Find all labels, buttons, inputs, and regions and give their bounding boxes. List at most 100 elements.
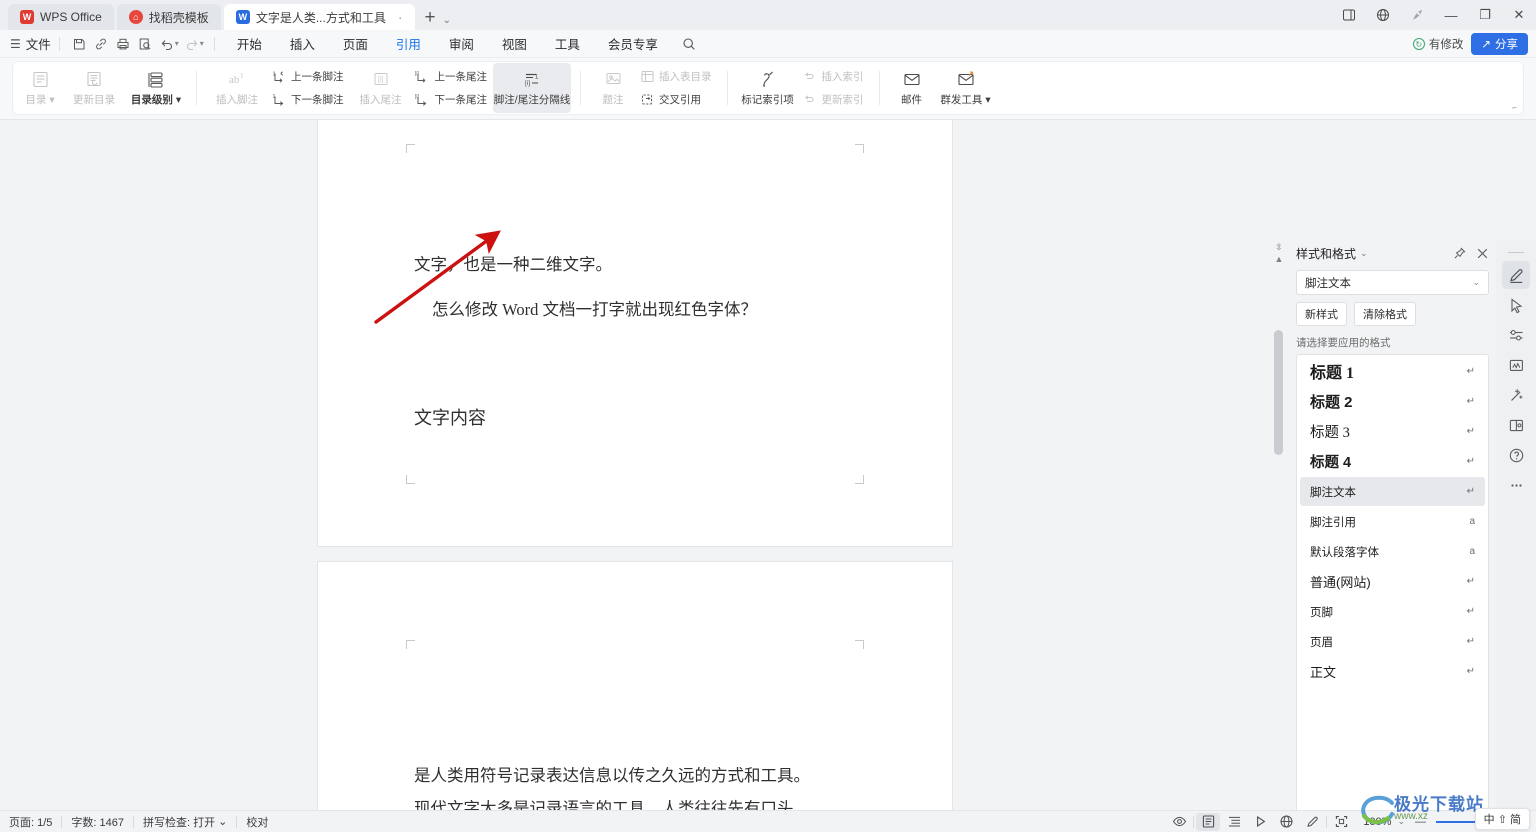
reading-view-icon[interactable] <box>1248 813 1272 831</box>
style-item-default-paragraph-font[interactable]: 默认段落字体 a <box>1300 537 1485 566</box>
mark-index-entry-button[interactable]: 标记索引项 <box>737 63 799 113</box>
tab-list-caret-icon[interactable]: ⌄ <box>443 15 457 30</box>
outline-view-icon[interactable] <box>1222 813 1246 831</box>
current-style-dropdown[interactable]: 脚注文本 ⌄ <box>1296 270 1489 295</box>
insert-endnote-button[interactable]: [i] 插入尾注 <box>350 63 412 113</box>
style-item-heading-1[interactable]: 标题 1 ↵ <box>1300 356 1485 386</box>
page-layout-view-icon[interactable] <box>1196 812 1221 831</box>
web-view-icon[interactable] <box>1274 813 1298 831</box>
insert-table-of-figures-button[interactable]: 插入表目录 <box>636 66 718 87</box>
footnote-endnote-separator-button[interactable]: 1 [i] 脚注/尾注分隔线 <box>493 63 571 113</box>
save-icon[interactable] <box>68 33 90 55</box>
undo-caret-icon[interactable]: ▾ <box>175 39 179 48</box>
new-style-button[interactable]: 新样式 <box>1296 302 1347 326</box>
ribbon-tab-start[interactable]: 开始 <box>228 30 271 57</box>
help-icon[interactable] <box>1502 441 1530 469</box>
new-tab-button[interactable]: + <box>418 8 443 30</box>
print-preview-icon[interactable] <box>134 33 156 55</box>
settings-sliders-icon[interactable] <box>1502 321 1530 349</box>
link-icon[interactable] <box>90 33 112 55</box>
search-icon[interactable] <box>682 37 696 51</box>
style-item-heading-3[interactable]: 标题 3 ↵ <box>1300 417 1485 446</box>
panel-actions <box>1453 246 1489 260</box>
rocket-icon[interactable] <box>1400 0 1434 30</box>
tab-document-active[interactable]: W 文字是人类...方式和工具 · <box>223 4 415 30</box>
modified-status: ↻ 有修改 <box>1412 36 1463 52</box>
vertical-scrollbar[interactable]: ⇳ ▲ ▼ ⬆ ◎ ⏬ <box>1268 240 1290 832</box>
mass-mail-button[interactable]: 群发工具 ▾ <box>935 63 997 113</box>
cross-reference-button[interactable]: 交叉引用 <box>636 89 718 110</box>
ribbon-tab-member[interactable]: 会员专享 <box>599 30 667 57</box>
style-item-footnote-reference[interactable]: 脚注引用 a <box>1300 507 1485 536</box>
mail-button[interactable]: 邮件 <box>889 63 935 113</box>
zoom-value[interactable]: 100% <box>1355 816 1395 828</box>
print-icon[interactable] <box>112 33 134 55</box>
tab-template-store[interactable]: ⌂ 找稻壳模板 <box>116 4 221 30</box>
scroll-up-icon[interactable]: ▲ <box>1268 254 1290 264</box>
ribbon-tab-tools[interactable]: 工具 <box>546 30 589 57</box>
ribbon-tab-view[interactable]: 视图 <box>493 30 536 57</box>
zoom-out-button[interactable]: — <box>1407 816 1428 828</box>
style-item-heading-2[interactable]: 标题 2 ↵ <box>1300 387 1485 416</box>
book-reader-icon[interactable] <box>1502 411 1530 439</box>
sparkle-tools-icon[interactable] <box>1502 381 1530 409</box>
share-button[interactable]: ↗ 分享 <box>1471 33 1528 55</box>
brush-icon[interactable] <box>1300 813 1324 831</box>
prev-endnote-button[interactable]: [i] 上一条尾注 <box>412 66 494 87</box>
next-endnote-button[interactable]: [i] 下一条尾注 <box>412 89 494 110</box>
page-count-status[interactable]: 页面: 1/5 <box>0 814 61 830</box>
toc-level-button[interactable]: 目录级别 ▾ <box>125 63 187 113</box>
style-item-header[interactable]: 页眉 ↵ <box>1300 627 1485 656</box>
style-item-heading-4[interactable]: 标题 4 ↵ <box>1300 447 1485 476</box>
update-toc-button[interactable]: 更新目录 <box>63 63 125 113</box>
chevron-down-icon[interactable]: ⌄ <box>1360 248 1368 259</box>
close-icon[interactable] <box>1476 247 1489 260</box>
insert-footnote-button[interactable]: ab 1 插入脚注 <box>206 63 268 113</box>
style-list[interactable]: 标题 1 ↵ 标题 2 ↵ 标题 3 ↵ 标题 4 ↵ 脚注文本 ↵ 脚注引用 … <box>1296 354 1489 832</box>
redo-caret-icon[interactable]: ▾ <box>200 39 204 48</box>
ribbon-tab-review[interactable]: 审阅 <box>440 30 483 57</box>
hamburger-menu-icon[interactable]: ☰ <box>10 37 21 51</box>
maximize-button[interactable]: ❐ <box>1468 0 1502 30</box>
panel-toggle-icon[interactable] <box>1332 0 1366 30</box>
tab-wps-office[interactable]: W WPS Office <box>8 4 114 30</box>
close-button[interactable]: ✕ <box>1502 0 1536 30</box>
style-item-footer[interactable]: 页脚 ↵ <box>1300 597 1485 626</box>
spellcheck-status[interactable]: 拼写检查: 打开 ⌄ <box>134 814 236 830</box>
eye-preview-icon[interactable] <box>1167 813 1191 831</box>
ribbon-expander-icon[interactable]: ⌐ <box>1512 103 1517 112</box>
document-page-1[interactable]: 文字，也是一种二维文字。 怎么修改 Word 文档一打字就出现红色字体？ 文字内… <box>318 120 952 596</box>
proofread-button[interactable]: 校对 <box>237 814 277 830</box>
next-footnote-button[interactable]: 1 下一条脚注 <box>268 89 350 110</box>
split-view-icon[interactable]: ⇳ <box>1268 242 1290 253</box>
globe-icon[interactable] <box>1366 0 1400 30</box>
word-count-status[interactable]: 字数: 1467 <box>62 814 133 830</box>
chevron-down-icon[interactable]: ⌄ <box>1397 816 1405 827</box>
insert-index-button[interactable]: 插入索引 <box>799 66 870 87</box>
minimize-button[interactable]: — <box>1434 0 1468 30</box>
panel-title: 样式和格式 <box>1296 246 1357 261</box>
caption-button[interactable]: 题注 <box>590 63 636 113</box>
ime-status-chip[interactable]: 中 ⇧ 简 <box>1474 808 1530 830</box>
style-item-normal-web[interactable]: 普通(网站) ↵ <box>1300 567 1485 596</box>
more-options-icon[interactable] <box>1502 471 1530 499</box>
toc-button[interactable]: 目录 ▾ <box>17 63 63 113</box>
ribbon-tab-page[interactable]: 页面 <box>334 30 377 57</box>
update-index-button[interactable]: 更新索引 <box>799 89 870 110</box>
prev-footnote-button[interactable]: 1 上一条脚注 <box>268 66 350 87</box>
ribbon-tab-reference[interactable]: 引用 <box>387 30 430 60</box>
file-menu-button[interactable]: 文件 <box>26 34 51 53</box>
document-page-2[interactable]: 是人类用符号记录表达信息以传之久远的方式和工具。 现代文字大多是记录语言的工具。… <box>318 562 952 810</box>
clear-format-button[interactable]: 清除格式 <box>1354 302 1416 326</box>
pin-icon[interactable] <box>1453 246 1466 260</box>
style-item-body-text[interactable]: 正文 ↵ <box>1300 657 1485 686</box>
scrollbar-thumb[interactable] <box>1274 330 1283 455</box>
pen-edit-icon[interactable] <box>1502 261 1530 289</box>
style-item-footnote-text[interactable]: 脚注文本 ↵ <box>1300 477 1485 506</box>
document-scan-icon[interactable] <box>1502 351 1530 379</box>
tab-close-dot-icon[interactable]: · <box>398 9 403 25</box>
cursor-select-icon[interactable] <box>1502 291 1530 319</box>
ribbon-tab-insert[interactable]: 插入 <box>281 30 324 57</box>
document-canvas[interactable]: 文字，也是一种二维文字。 怎么修改 Word 文档一打字就出现红色字体？ 文字内… <box>0 120 1268 810</box>
fit-page-icon[interactable] <box>1329 813 1353 831</box>
